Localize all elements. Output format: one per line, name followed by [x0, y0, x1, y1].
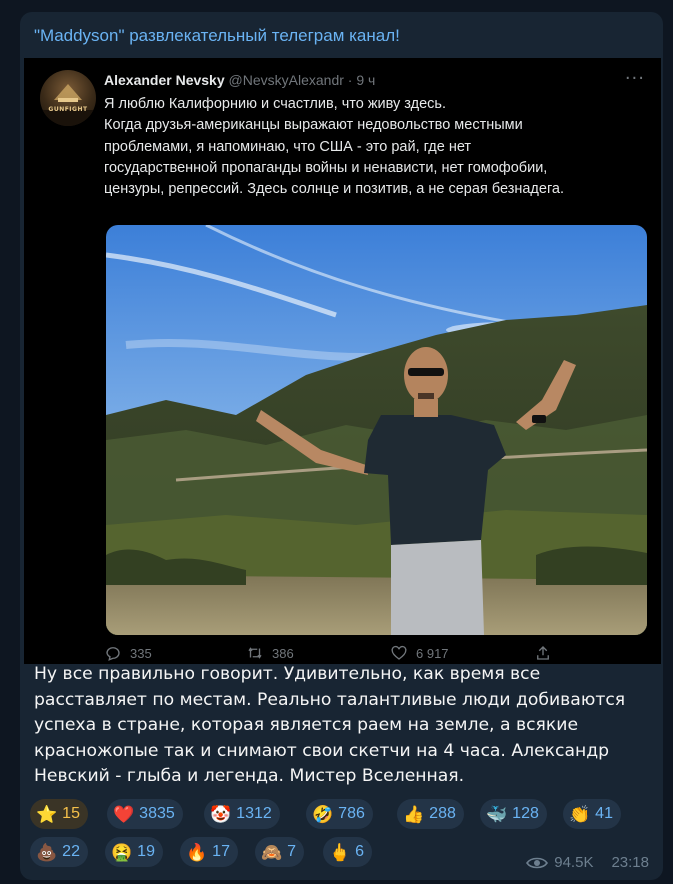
- more-icon: ···: [624, 68, 645, 89]
- reaction-whale[interactable]: 🐳 128: [480, 799, 547, 829]
- reaction-star[interactable]: ⭐ 15: [30, 799, 88, 829]
- post-text-line: Невский - глыба и легенда. Мистер Вселен…: [34, 766, 465, 786]
- reaction-clapping[interactable]: 👏 41: [563, 799, 621, 829]
- tweet-text-line: Когда друзья-американцы выражают недовол…: [104, 117, 523, 134]
- avatar: GUNFIGHT: [40, 70, 96, 126]
- reaction-count: 3835: [139, 805, 175, 822]
- channel-title[interactable]: "Maddyson" развлекательный телеграм кана…: [34, 26, 400, 46]
- post-text-line: красножопые так и снимают свои скетчи на…: [34, 740, 610, 761]
- tweet-text-line: проблемами, я напоминаю, что США - это р…: [104, 138, 472, 155]
- tweet-author-handle: @NevskyAlexandr: [228, 72, 344, 88]
- reaction-count: 15: [62, 805, 80, 822]
- reaction-heart[interactable]: ❤️ 3835: [107, 799, 183, 829]
- tweet-actions: 335 386 6 917: [104, 644, 652, 664]
- tweet-text-line: Я люблю Калифорнию и счастлив, что живу …: [104, 96, 446, 112]
- tweet-photo: [106, 225, 647, 635]
- tweet-time: · 9 ч: [347, 72, 376, 88]
- tweet-like-count: 6 917: [416, 645, 449, 661]
- clapping-icon: 👏: [569, 804, 591, 824]
- post-text-line: Ну все правильно говорит. Удивительно, к…: [34, 664, 541, 684]
- tweet-screenshot[interactable]: GUNFIGHT Alexander Nevsky @NevskyAlexand…: [24, 58, 661, 664]
- post-text-line: расставляет по местам. Реально талантлив…: [34, 689, 626, 710]
- retweet-icon: [248, 647, 262, 659]
- reaction-count: 19: [137, 843, 155, 860]
- reaction-count: 128: [512, 805, 539, 822]
- post-text-line: успеха в стране, которая является раем н…: [34, 715, 579, 735]
- thumbs-up-icon: 👍: [403, 804, 425, 824]
- reaction-vomit[interactable]: 🤮 19: [105, 837, 163, 867]
- tweet-header: Alexander Nevsky @NevskyAlexandr · 9 ч: [104, 72, 375, 88]
- whale-icon: 🐳: [486, 804, 508, 824]
- reaction-poop[interactable]: 💩 22: [30, 837, 88, 867]
- photo-man-on-hill: [106, 225, 647, 635]
- poop-icon: 💩: [36, 842, 58, 862]
- avatar-logo-icon: [40, 84, 96, 126]
- reaction-rofl[interactable]: 🤣 786: [306, 799, 373, 829]
- tweet-share-action: [534, 644, 552, 662]
- reaction-thumbs-up[interactable]: 👍 288: [397, 799, 464, 829]
- middle-finger-icon: 🖕: [329, 842, 351, 862]
- reaction-count: 288: [429, 805, 456, 822]
- post-text: Ну все правильно говорит. Удивительно, к…: [34, 662, 654, 790]
- share-icon: [537, 646, 549, 660]
- tweet-retweet-count: 386: [272, 645, 294, 661]
- tweet-retweet-action: 386: [246, 644, 294, 662]
- tweet-reply-count: 335: [130, 645, 152, 661]
- reaction-count: 6: [355, 843, 365, 860]
- tweet-text: Я люблю Калифорнию и счастлив, что живу …: [104, 94, 652, 200]
- heart-outline-icon: [391, 645, 407, 660]
- clown-icon: 🤡: [210, 804, 232, 824]
- tweet-text-line: государственной пропаганды войны и ненав…: [104, 159, 548, 176]
- see-no-evil-icon: 🙈: [261, 842, 283, 862]
- heart-icon: ❤️: [113, 804, 135, 824]
- vomit-icon: 🤮: [111, 842, 133, 862]
- rofl-icon: 🤣: [312, 804, 334, 824]
- reply-icon: [106, 647, 120, 661]
- tweet-reply-action: 335: [104, 644, 152, 662]
- view-count: 94.5K: [554, 854, 594, 871]
- fire-icon: 🔥: [186, 842, 208, 862]
- tweet-text-line: цензуры, репрессий. Здесь солнце и позит…: [104, 181, 565, 198]
- reaction-see-no-evil[interactable]: 🙈 7: [255, 837, 305, 867]
- star-icon: ⭐: [36, 804, 58, 824]
- reaction-middle-finger[interactable]: 🖕 6: [323, 837, 373, 867]
- eye-icon: [526, 857, 549, 868]
- reaction-count: 7: [287, 843, 297, 860]
- avatar-label: GUNFIGHT: [48, 106, 88, 113]
- message-meta: 94.5K 23:18: [526, 854, 649, 871]
- reaction-count: 22: [62, 843, 80, 860]
- reaction-fire[interactable]: 🔥 17: [180, 837, 238, 867]
- message-bubble: "Maddyson" развлекательный телеграм кана…: [20, 12, 663, 880]
- reaction-count: 1312: [236, 805, 272, 822]
- tweet-like-action: 6 917: [390, 644, 449, 662]
- reaction-clown[interactable]: 🤡 1312: [204, 799, 280, 829]
- reaction-count: 17: [212, 843, 230, 860]
- message-time: 23:18: [611, 854, 649, 871]
- reaction-count: 41: [595, 805, 613, 822]
- reaction-count: 786: [338, 805, 365, 822]
- tweet-author-name: Alexander Nevsky: [104, 72, 225, 88]
